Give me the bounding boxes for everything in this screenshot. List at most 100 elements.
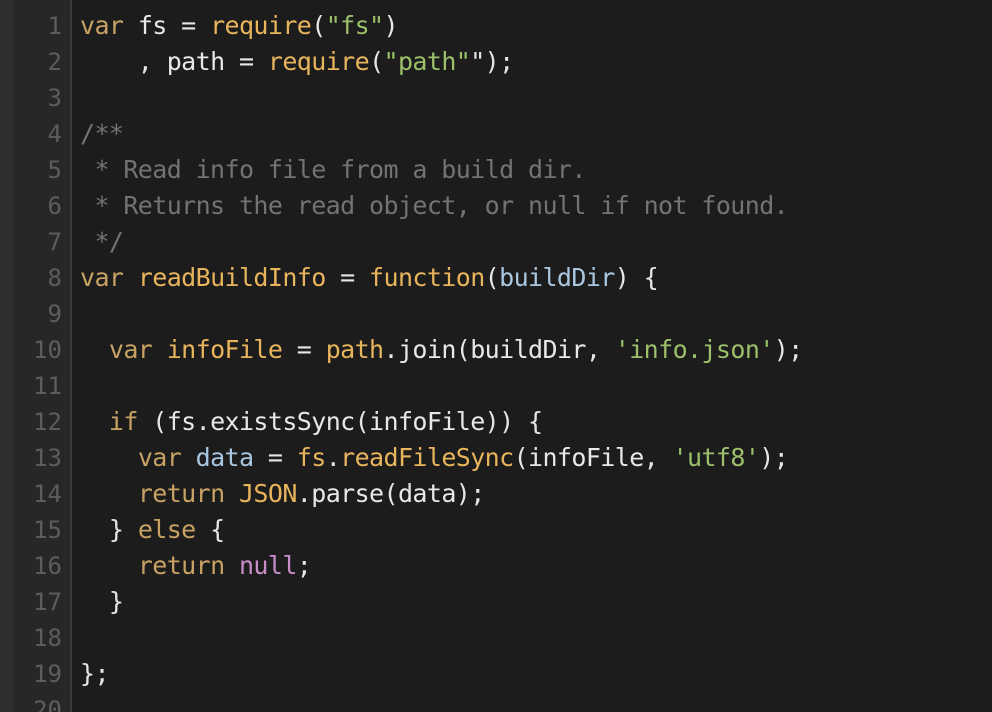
code-token: .	[195, 407, 211, 436]
code-text[interactable]: var data = fs.readFileSync(infoFile, 'ut…	[80, 440, 789, 476]
code-token: ,	[80, 47, 167, 76]
code-text[interactable]: /**	[80, 116, 124, 152]
code-text[interactable]: * Returns the read object, or null if no…	[80, 188, 788, 224]
code-token: fs	[296, 443, 327, 472]
code-token: * Returns the read object, or null if no…	[80, 191, 789, 220]
code-line[interactable]: 10 var infoFile = path.join(buildDir, 'i…	[0, 332, 992, 368]
code-token: };	[80, 659, 110, 688]
code-token: var	[80, 11, 124, 40]
code-token: );	[773, 335, 804, 364]
code-token: parse	[311, 479, 384, 508]
code-token: ,	[585, 335, 615, 364]
code-token: /**	[80, 119, 124, 148]
code-token: =	[325, 263, 370, 292]
code-token: =	[224, 47, 268, 76]
code-token: .	[383, 335, 399, 364]
code-line[interactable]: 19};	[0, 656, 992, 692]
code-text[interactable]: */	[80, 224, 124, 260]
line-number: 18	[33, 624, 62, 652]
code-token: return	[137, 479, 225, 508]
code-text[interactable]: return JSON.parse(data);	[80, 476, 485, 512]
code-token: * Read info file from a build dir.	[80, 155, 586, 184]
code-line[interactable]: 16 return null;	[0, 548, 992, 584]
code-token: 'info.json'	[614, 335, 775, 364]
code-line[interactable]: 9	[0, 296, 992, 332]
code-text[interactable]: } else {	[80, 512, 225, 548]
code-text[interactable]: * Read info file from a build dir.	[80, 152, 586, 188]
code-line[interactable]: 14 return JSON.parse(data);	[0, 476, 992, 512]
code-token: ;	[296, 551, 312, 580]
code-token: (	[311, 11, 326, 40]
code-token: join	[397, 335, 456, 364]
line-number: 10	[33, 336, 62, 364]
line-number: 15	[33, 516, 62, 544]
code-token: */	[80, 227, 124, 256]
code-line[interactable]: 20	[0, 692, 992, 712]
line-number: 3	[47, 84, 62, 112]
line-number: 1	[47, 12, 62, 40]
code-text[interactable]: return null;	[80, 548, 312, 584]
line-number: 11	[33, 372, 62, 400]
code-token: buildDir	[470, 335, 586, 364]
code-token: .	[296, 479, 312, 508]
line-number: 5	[47, 156, 62, 184]
code-line[interactable]: 17 }	[0, 584, 992, 620]
code-token: {	[195, 515, 225, 544]
code-token: "fs"	[325, 11, 384, 40]
code-token: infoFile	[369, 407, 485, 436]
code-line[interactable]: 4 /**	[0, 116, 992, 152]
code-line[interactable]: 5 * Read info file from a build dir.	[0, 152, 992, 188]
code-line[interactable]: 15 } else {	[0, 512, 992, 548]
line-number: 16	[33, 552, 62, 580]
code-token: =	[166, 11, 211, 40]
code-token: (	[137, 407, 167, 436]
code-line[interactable]: 6 * Returns the read object, or null if …	[0, 188, 992, 224]
code-token: else	[137, 515, 196, 544]
code-editor[interactable]: 1 var fs = require("fs") 2 , path = requir…	[0, 0, 992, 712]
code-token: data	[397, 479, 456, 508]
code-line[interactable]: 1 var fs = require("fs")	[0, 8, 992, 44]
code-token: readBuildInfo	[137, 263, 326, 292]
line-number: 2	[47, 48, 62, 76]
code-token: );	[759, 443, 789, 472]
code-token: function	[369, 263, 485, 292]
code-token: .	[325, 443, 341, 472]
code-token: require	[210, 11, 312, 40]
code-token: );	[455, 479, 486, 508]
code-token: }	[80, 515, 138, 544]
code-line[interactable]: 18	[0, 620, 992, 656]
code-line[interactable]: 11	[0, 368, 992, 404]
code-line[interactable]: 13 var data = fs.readFileSync(infoFile, …	[0, 440, 992, 476]
code-text[interactable]: var readBuildInfo = function(buildDir) {	[80, 260, 659, 296]
code-line[interactable]: 2 , path = require("path"");	[0, 44, 992, 80]
code-token: ,	[643, 443, 673, 472]
code-token: fs	[137, 11, 168, 40]
code-text[interactable]: };	[80, 656, 110, 692]
code-token: data	[195, 443, 254, 472]
code-token: var	[80, 263, 124, 292]
code-token: =	[253, 443, 297, 472]
code-text[interactable]: }	[80, 584, 124, 620]
line-number: 13	[33, 444, 62, 472]
code-line[interactable]: 3	[0, 80, 992, 116]
code-text[interactable]: , path = require("path"");	[80, 44, 514, 80]
line-number: 14	[33, 480, 62, 508]
code-token: infoFile	[166, 335, 283, 364]
code-text[interactable]: var infoFile = path.join(buildDir, 'info…	[80, 332, 803, 368]
code-token: ) {	[614, 263, 659, 292]
code-line[interactable]: 7 */	[0, 224, 992, 260]
code-line[interactable]: 8 var readBuildInfo = function(buildDir) …	[0, 260, 992, 296]
code-line[interactable]: 12 if (fs.existsSync(infoFile)) {	[0, 404, 992, 440]
code-token: (	[383, 479, 399, 508]
code-token: var	[108, 335, 153, 364]
code-text[interactable]: if (fs.existsSync(infoFile)) {	[80, 404, 543, 440]
code-token: buildDir	[499, 263, 615, 292]
code-token: existsSync	[210, 407, 355, 436]
code-token: JSON	[238, 479, 297, 508]
code-text[interactable]: var fs = require("fs")	[80, 8, 399, 44]
code-token: (	[513, 443, 529, 472]
